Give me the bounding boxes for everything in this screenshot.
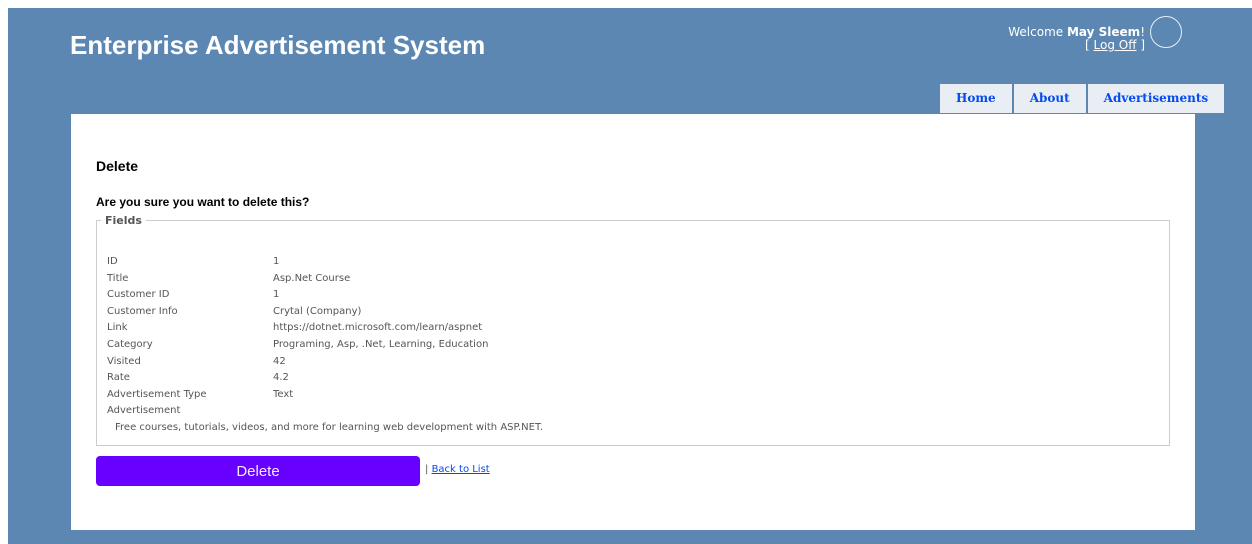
logoff-link[interactable]: Log Off <box>1094 38 1137 52</box>
advertisement-text: Free courses, tutorials, videos, and mor… <box>115 421 544 433</box>
page-container: Enterprise Advertisement System Welcome … <box>8 8 1252 544</box>
menu-home[interactable]: Home <box>940 84 1012 113</box>
logoff-bracket-close: ] <box>1136 38 1145 52</box>
field-value: 1 <box>273 289 280 301</box>
avatar-icon[interactable] <box>1150 16 1182 48</box>
field-row-customer-info: Customer Info Crytal (Company) <box>107 304 1157 321</box>
main-menu: Home About Advertisements <box>940 84 1225 113</box>
field-value: https://dotnet.microsoft.com/learn/aspne… <box>273 322 483 334</box>
field-row-advertisement-type: Advertisement Type Text <box>107 387 1157 404</box>
confirm-question: Are you sure you want to delete this? <box>96 195 310 209</box>
field-label: Rate <box>107 372 130 384</box>
field-label: Customer ID <box>107 289 170 301</box>
field-value: Asp.Net Course <box>273 272 351 284</box>
delete-button[interactable]: Delete <box>96 456 420 486</box>
field-value: Programing, Asp, .Net, Learning, Educati… <box>273 338 489 350</box>
menu-about[interactable]: About <box>1013 84 1086 113</box>
field-row-visited: Visited 42 <box>107 354 1157 371</box>
field-row-title: Title Asp.Net Course <box>107 271 1157 288</box>
field-label: Visited <box>107 355 141 367</box>
username: May Sleem <box>1066 25 1141 39</box>
login-display: Welcome May Sleem! [ Log Off ] <box>1008 26 1145 52</box>
page-heading: Delete <box>96 158 139 174</box>
fields-list: ID 1 Title Asp.Net Course Customer ID 1 … <box>107 254 1157 437</box>
field-label: Category <box>107 338 153 350</box>
field-value: 42 <box>273 355 286 367</box>
back-to-list-container: | Back to List <box>425 464 490 475</box>
menu-advertisements[interactable]: Advertisements <box>1087 84 1225 113</box>
field-row-category: Category Programing, Asp, .Net, Learning… <box>107 337 1157 354</box>
welcome-exclaim: ! <box>1140 25 1145 39</box>
field-label: Link <box>107 322 128 334</box>
field-label: Customer Info <box>107 305 178 317</box>
main-content: Delete Are you sure you want to delete t… <box>71 114 1195 530</box>
field-label: Advertisement Type <box>107 388 207 400</box>
field-value: 4.2 <box>273 372 289 384</box>
field-row-rate: Rate 4.2 <box>107 370 1157 387</box>
field-value: Text <box>273 388 294 400</box>
advertisement-label: Advertisement <box>107 405 181 417</box>
logoff-line: [ Log Off ] <box>1008 39 1145 52</box>
field-row-advertisement-label: Advertisement <box>107 403 1157 420</box>
fields-legend: Fields <box>105 214 142 227</box>
field-label: Title <box>107 272 129 284</box>
field-label: ID <box>107 256 118 267</box>
logoff-bracket-open: [ <box>1085 38 1094 52</box>
field-row-id: ID 1 <box>107 254 1157 271</box>
fields-fieldset: Fields ID 1 Title Asp.Net Course Custome… <box>96 214 1170 446</box>
field-row-customer-id: Customer ID 1 <box>107 287 1157 304</box>
field-value: Crytal (Company) <box>273 305 362 317</box>
field-value: 1 <box>273 256 280 267</box>
welcome-text: Welcome <box>1008 25 1064 39</box>
back-to-list-link[interactable]: Back to List <box>432 464 490 475</box>
site-title: Enterprise Advertisement System <box>70 30 486 60</box>
field-row-link: Link https://dotnet.microsoft.com/learn/… <box>107 320 1157 337</box>
